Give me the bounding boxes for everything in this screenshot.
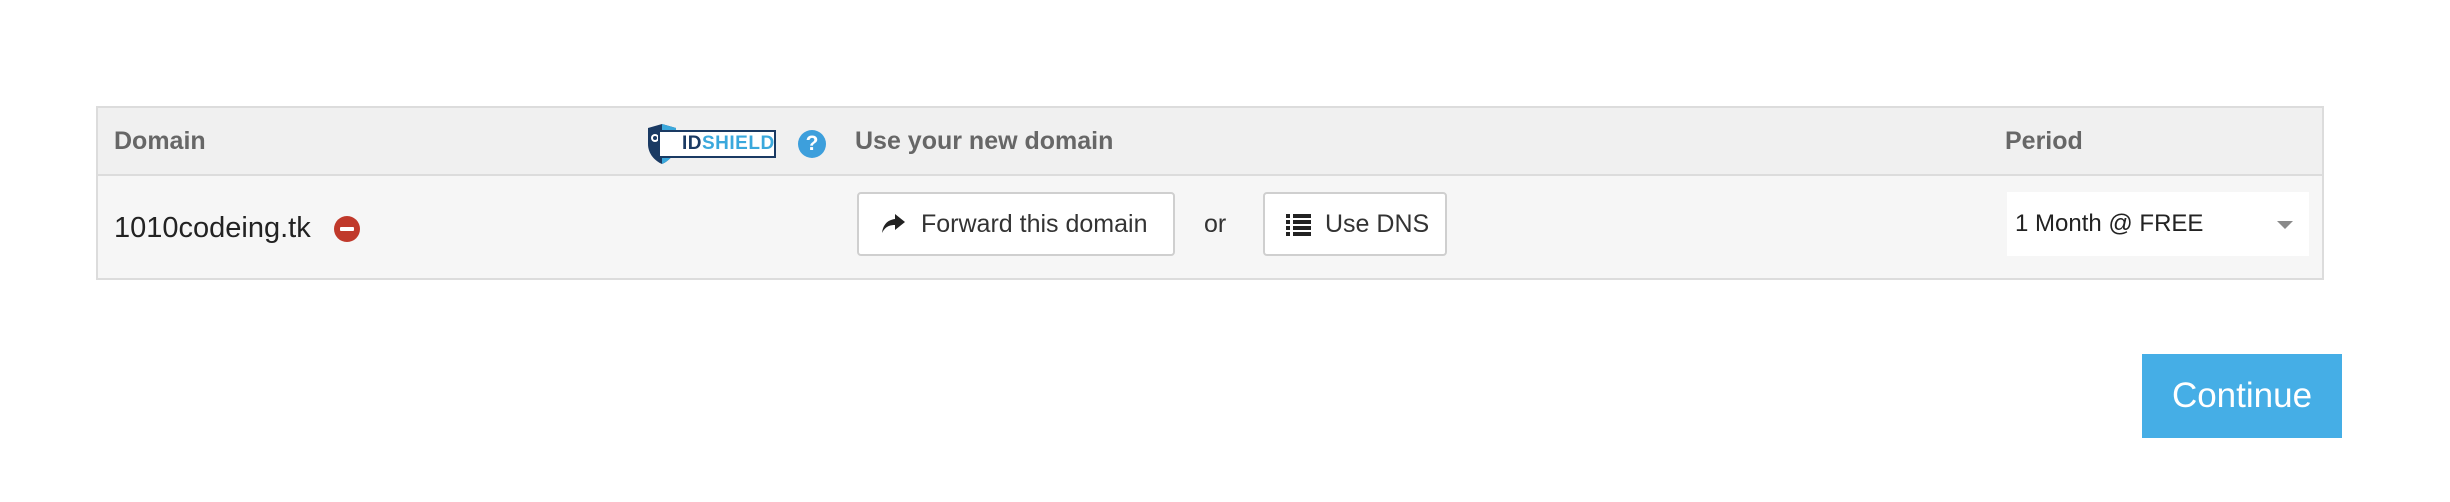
period-select[interactable]: 1 Month @ FREE <box>2007 192 2309 256</box>
table-row: 1010codeing.tk Forward this domain or Us… <box>98 176 2322 280</box>
domain-checkout-page: Domain IDSHIELD ? Use your new domain Pe… <box>0 0 2450 502</box>
domain-name: 1010codeing.tk <box>114 212 311 244</box>
header-period: Period <box>2005 127 2083 155</box>
help-icon[interactable]: ? <box>798 130 826 158</box>
share-arrow-icon <box>882 214 905 233</box>
use-dns-label: Use DNS <box>1325 210 1430 238</box>
idshield-wordmark: IDSHIELD <box>658 130 776 158</box>
domain-table: Domain IDSHIELD ? Use your new domain Pe… <box>96 106 2324 280</box>
header-domain: Domain <box>114 127 206 155</box>
forward-domain-button[interactable]: Forward this domain <box>857 192 1175 256</box>
header-use-domain: Use your new domain <box>855 127 1114 155</box>
table-header: Domain IDSHIELD ? Use your new domain Pe… <box>98 108 2322 176</box>
forward-domain-label: Forward this domain <box>921 210 1148 238</box>
idshield-logo: IDSHIELD <box>644 120 780 166</box>
list-icon <box>1286 214 1311 236</box>
or-separator: or <box>1204 210 1227 238</box>
use-dns-button[interactable]: Use DNS <box>1263 192 1447 256</box>
period-selected-value: 1 Month @ FREE <box>2015 210 2204 237</box>
remove-icon[interactable] <box>334 216 360 242</box>
chevron-down-icon <box>2277 221 2293 229</box>
continue-button[interactable]: Continue <box>2142 354 2342 438</box>
